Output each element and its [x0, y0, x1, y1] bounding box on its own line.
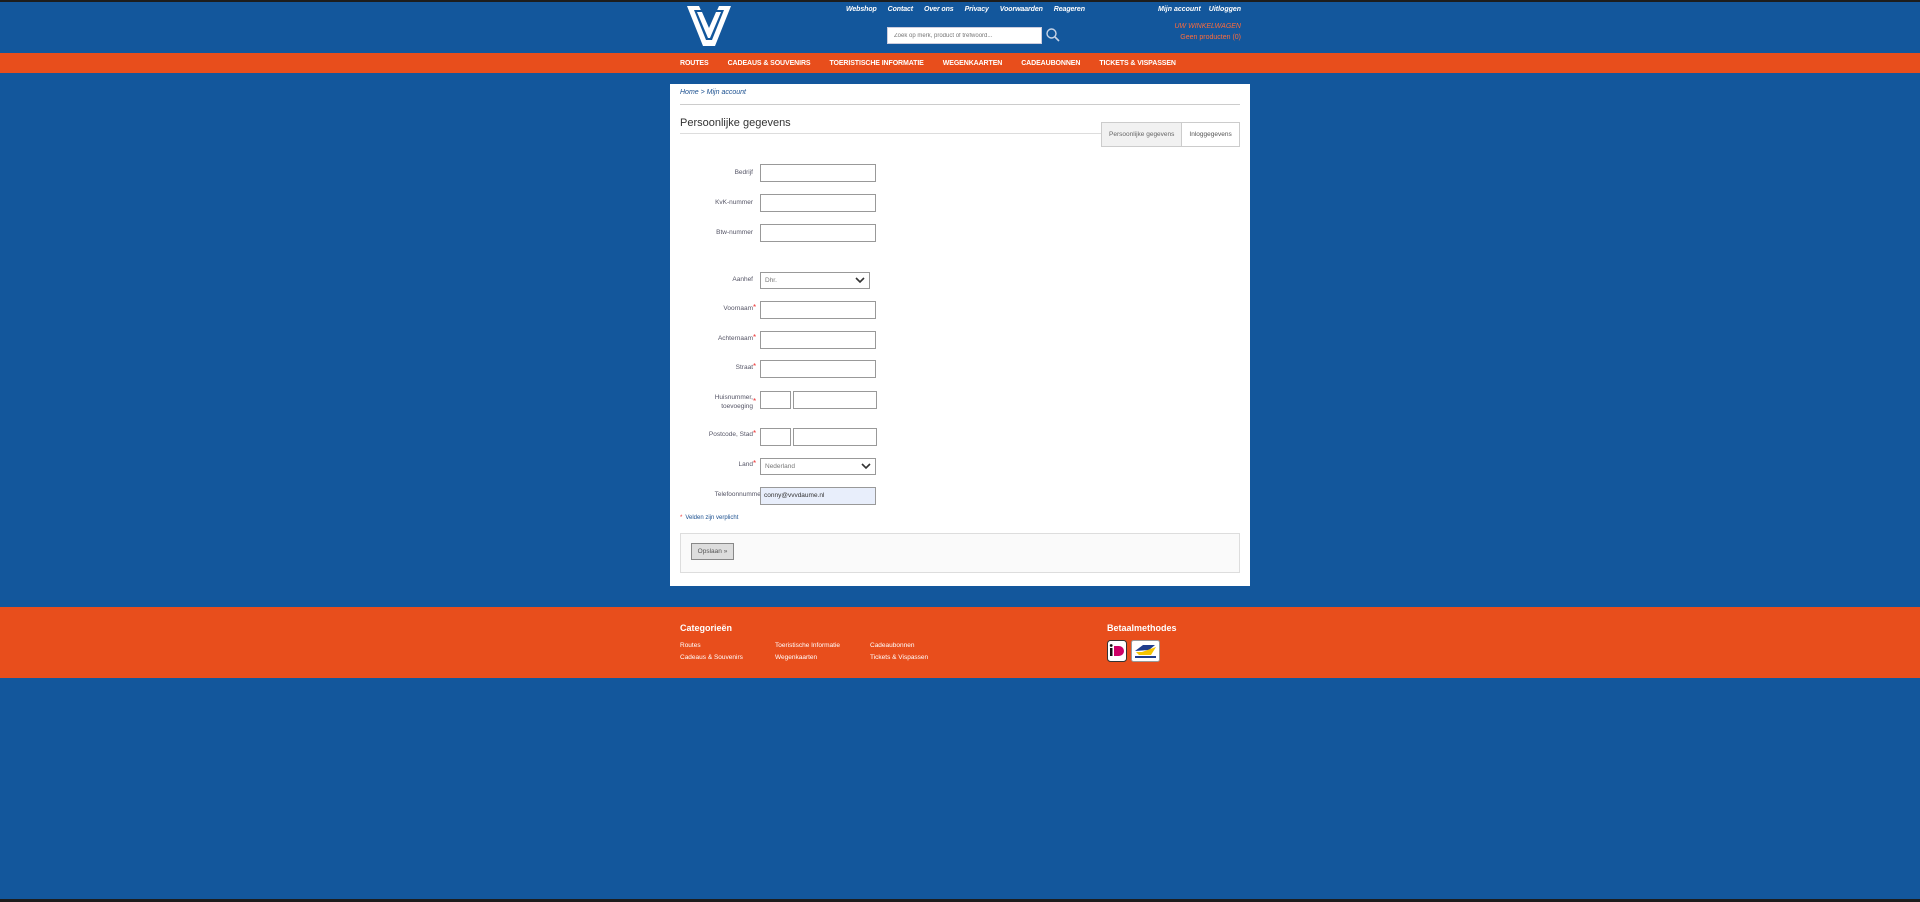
postcode-input[interactable]	[760, 428, 791, 446]
breadcrumb-home[interactable]: Home	[680, 89, 699, 96]
label-btw: Btw-nummer	[716, 229, 753, 236]
footer-link-routes[interactable]: Routes	[680, 642, 701, 649]
save-panel: Opslaan »	[680, 533, 1240, 573]
btw-input[interactable]	[760, 224, 876, 242]
label-telefoonnummer: Telefoonnummer	[714, 491, 763, 498]
tab-inloggegevens[interactable]: Inloggegevens	[1181, 123, 1239, 146]
required-fields-note: * Velden zijn verplicht	[680, 515, 738, 521]
page-title: Persoonlijke gegevens	[680, 117, 791, 129]
topnav-contact[interactable]: Contact	[888, 6, 913, 13]
nav-cadeaus-souvenirs[interactable]: CADEAUS & SOUVENIRS	[728, 60, 811, 67]
nav-cadeaubonnen[interactable]: CADEAUBONNEN	[1021, 60, 1080, 67]
huisnummer-input[interactable]	[760, 391, 791, 409]
footer-link-cadeaubonnen[interactable]: Cadeaubonnen	[870, 642, 914, 649]
required-star: *	[753, 459, 757, 468]
toevoeging-input[interactable]	[793, 391, 877, 409]
vvv-logo[interactable]	[681, 2, 738, 51]
footer-link-tickets-vispassen[interactable]: Tickets & Vispassen	[870, 654, 928, 661]
label-achternaam: Achternaam	[717, 335, 753, 342]
topnav-privacy[interactable]: Privacy	[965, 6, 989, 13]
breadcrumb-current[interactable]: Mijn account	[707, 89, 746, 96]
topnav-over-ons[interactable]: Over ons	[924, 6, 954, 13]
kvk-input[interactable]	[760, 194, 876, 212]
required-star: *	[753, 397, 757, 406]
logout-link[interactable]: Uitloggen	[1209, 6, 1241, 13]
footer-link-wegenkaarten[interactable]: Wegenkaarten	[775, 654, 817, 661]
footer: Categorieën Routes Cadeaus & Souvenirs T…	[0, 607, 1920, 678]
label-kvk: KvK-nummer	[715, 199, 753, 206]
breadcrumb: Home > Mijn account	[680, 89, 746, 96]
required-star: *	[680, 515, 683, 521]
cart-title[interactable]: UW WINKELWAGEN	[1173, 23, 1241, 30]
land-select[interactable]: Nederland	[760, 458, 876, 475]
land-value: Nederland	[765, 463, 795, 470]
required-star: *	[753, 429, 757, 438]
label-straat: Straat	[735, 364, 753, 371]
required-note-text: Velden zijn verplicht	[685, 515, 739, 521]
search-icon[interactable]	[1045, 27, 1061, 43]
aanhef-select[interactable]: Dhr.	[760, 272, 870, 289]
content-card: Home > Mijn account Persoonlijke gegeven…	[670, 84, 1250, 586]
divider	[680, 133, 1110, 134]
label-huisnummer: Huisnummer, toevoeging	[714, 394, 753, 410]
required-star: *	[753, 362, 757, 371]
achternaam-input[interactable]	[760, 331, 876, 349]
voornaam-input[interactable]	[760, 301, 876, 319]
required-star: *	[753, 303, 757, 312]
ideal-icon	[1107, 640, 1127, 662]
topnav-reageren[interactable]: Reageren	[1054, 6, 1085, 13]
search-input[interactable]	[888, 28, 1041, 43]
label-voornaam: Voornaam	[723, 305, 753, 312]
account-links: Mijn account Uitloggen	[1158, 6, 1241, 13]
nav-tickets-vispassen[interactable]: TICKETS & VISPASSEN	[1099, 60, 1176, 67]
cart-count[interactable]: Geen producten (0)	[1163, 34, 1241, 41]
bancontact-icon	[1131, 640, 1160, 662]
stad-input[interactable]	[793, 428, 877, 446]
nav-routes[interactable]: ROUTES	[680, 60, 709, 67]
divider	[680, 104, 1240, 105]
aanhef-value: Dhr.	[765, 277, 777, 284]
label-land: Land	[738, 461, 753, 468]
footer-link-toeristische-informatie[interactable]: Toeristische Informatie	[775, 642, 840, 649]
footer-payment-title: Betaalmethodes	[1107, 623, 1177, 633]
straat-input[interactable]	[760, 360, 876, 378]
label-bedrijf: Bedrijf	[734, 169, 753, 176]
breadcrumb-separator: >	[698, 89, 707, 96]
nav-toeristische-informatie[interactable]: TOERISTISCHE INFORMATIE	[829, 60, 923, 67]
topnav-voorwaarden[interactable]: Voorwaarden	[1000, 6, 1043, 13]
account-tabs: Persoonlijke gegevens Inloggegevens	[1101, 122, 1240, 147]
telefoonnummer-input[interactable]: conny@vvvdaume.nl	[760, 487, 876, 505]
bedrijf-input[interactable]	[760, 164, 876, 182]
search-box	[887, 27, 1042, 44]
label-postcode: Postcode, Stad	[708, 431, 753, 438]
required-star: *	[753, 333, 757, 342]
save-button[interactable]: Opslaan »	[691, 543, 734, 560]
top-navigation: Webshop Contact Over ons Privacy Voorwaa…	[846, 6, 1085, 13]
label-aanhef: Aanhef	[732, 276, 753, 283]
main-navigation: ROUTES CADEAUS & SOUVENIRS TOERISTISCHE …	[0, 53, 1920, 73]
chevron-down-icon	[861, 463, 871, 470]
topnav-webshop[interactable]: Webshop	[846, 6, 877, 13]
tab-persoonlijke-gegevens[interactable]: Persoonlijke gegevens	[1102, 123, 1182, 146]
my-account-link[interactable]: Mijn account	[1158, 6, 1201, 13]
footer-link-cadeaus-souvenirs[interactable]: Cadeaus & Souvenirs	[680, 654, 743, 661]
chevron-down-icon	[855, 277, 865, 284]
nav-wegenkaarten[interactable]: WEGENKAARTEN	[943, 60, 1003, 67]
footer-categories-title: Categorieën	[680, 623, 733, 633]
